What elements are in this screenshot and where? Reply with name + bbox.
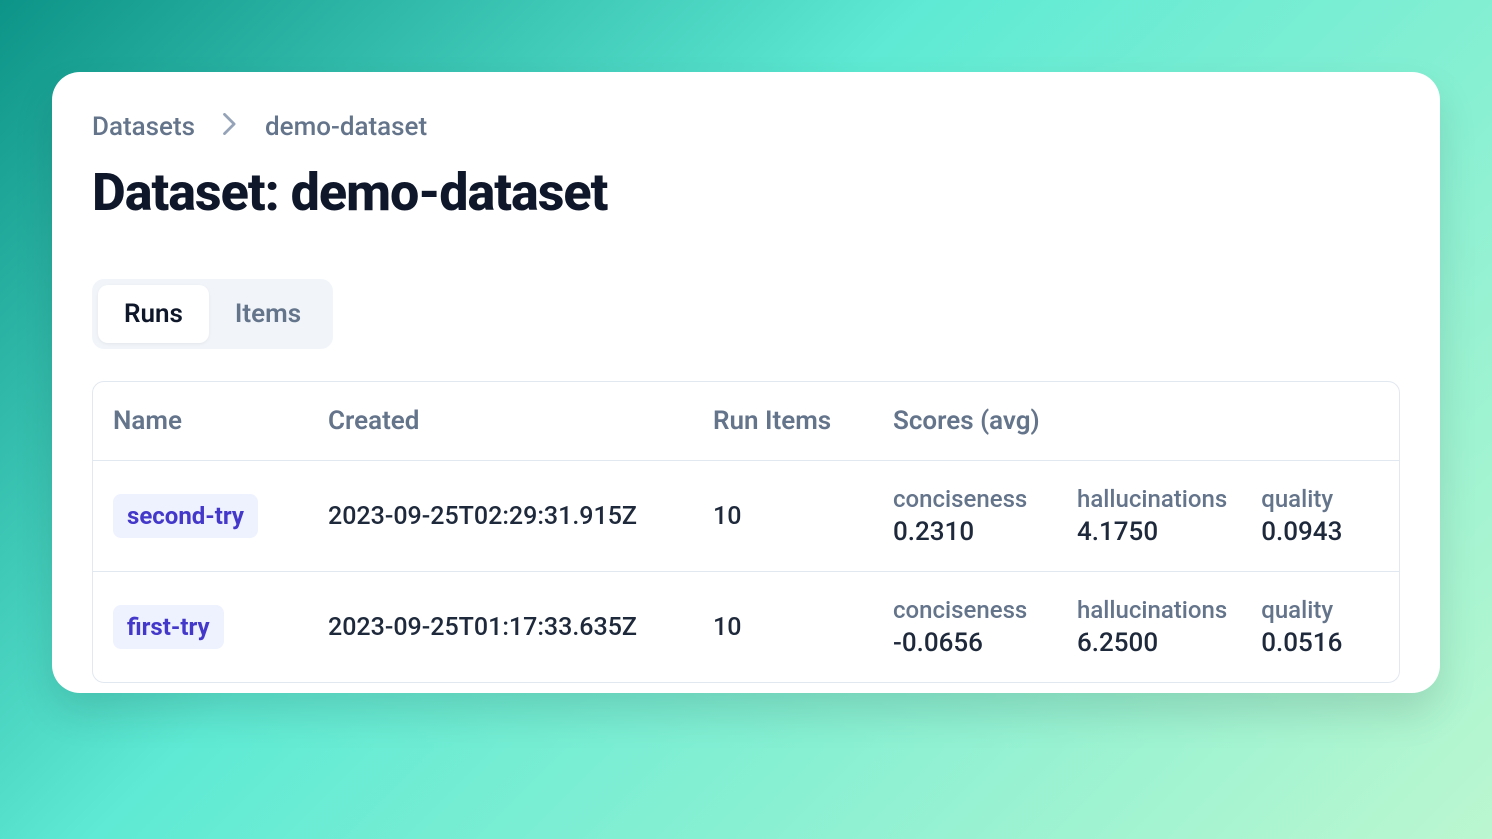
score-quality: quality 0.0516: [1261, 596, 1400, 658]
run-name-link[interactable]: second-try: [113, 494, 258, 538]
score-value: -0.0656: [893, 628, 1043, 658]
table-row[interactable]: first-try 2023-09-25T01:17:33.635Z 10 co…: [93, 572, 1399, 682]
run-items-count: 10: [713, 502, 893, 531]
score-label: conciseness: [893, 596, 1043, 624]
scores-group: conciseness -0.0656 hallucinations 6.250…: [893, 596, 1400, 658]
scores-group: conciseness 0.2310 hallucinations 4.1750…: [893, 485, 1400, 547]
header-name: Name: [113, 406, 328, 436]
run-created: 2023-09-25T01:17:33.635Z: [328, 613, 713, 642]
score-label: hallucinations: [1077, 485, 1227, 513]
score-value: 4.1750: [1077, 517, 1227, 547]
score-conciseness: conciseness -0.0656: [893, 596, 1043, 658]
run-items-count: 10: [713, 613, 893, 642]
score-quality: quality 0.0943: [1261, 485, 1400, 547]
score-value: 6.2500: [1077, 628, 1227, 658]
score-label: hallucinations: [1077, 596, 1227, 624]
chevron-right-icon: [223, 112, 237, 142]
runs-table: Name Created Run Items Scores (avg) seco…: [92, 381, 1400, 683]
tab-items[interactable]: Items: [209, 285, 327, 343]
score-value: 0.2310: [893, 517, 1043, 547]
tabs: Runs Items: [92, 279, 333, 349]
page-title: Dataset: demo-dataset: [92, 162, 1400, 223]
breadcrumb: Datasets demo-dataset: [92, 112, 1400, 142]
score-value: 0.0516: [1261, 628, 1400, 658]
header-scores: Scores (avg): [893, 406, 1379, 436]
breadcrumb-current: demo-dataset: [265, 112, 427, 142]
score-label: conciseness: [893, 485, 1043, 513]
score-hallucinations: hallucinations 6.2500: [1077, 596, 1227, 658]
run-name-link[interactable]: first-try: [113, 605, 224, 649]
score-label: quality: [1261, 485, 1400, 513]
table-header: Name Created Run Items Scores (avg): [93, 382, 1399, 461]
run-created: 2023-09-25T02:29:31.915Z: [328, 502, 713, 531]
breadcrumb-root[interactable]: Datasets: [92, 112, 195, 142]
header-created: Created: [328, 406, 713, 436]
score-conciseness: conciseness 0.2310: [893, 485, 1043, 547]
header-run-items: Run Items: [713, 406, 893, 436]
table-row[interactable]: second-try 2023-09-25T02:29:31.915Z 10 c…: [93, 461, 1399, 572]
score-hallucinations: hallucinations 4.1750: [1077, 485, 1227, 547]
tab-runs[interactable]: Runs: [98, 285, 209, 343]
score-label: quality: [1261, 596, 1400, 624]
score-value: 0.0943: [1261, 517, 1400, 547]
main-card: Datasets demo-dataset Dataset: demo-data…: [52, 72, 1440, 693]
